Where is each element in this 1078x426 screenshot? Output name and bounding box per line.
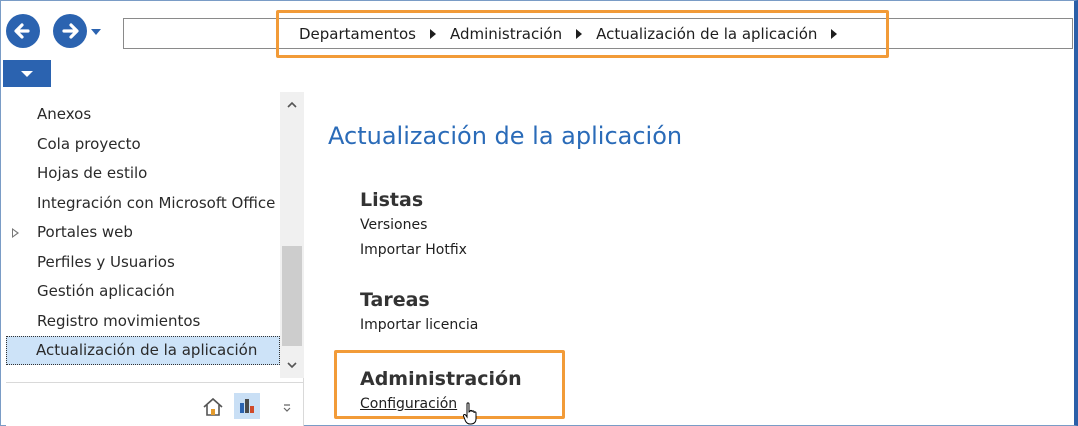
chart-icon (240, 399, 254, 413)
sidebar-scrollbar[interactable] (280, 92, 304, 378)
scroll-up-icon[interactable] (280, 94, 304, 116)
expand-arrow-icon[interactable] (12, 228, 19, 238)
breadcrumb-separator-icon[interactable] (429, 29, 436, 39)
highlight-box (334, 350, 565, 419)
section-listas: Listas Versiones Importar Hotfix (360, 187, 467, 263)
sidebar: Anexos Cola proyecto Hojas de estilo Int… (6, 92, 304, 426)
link-importar-licencia[interactable]: Importar licencia (360, 313, 478, 338)
navigation-tree: Anexos Cola proyecto Hojas de estilo Int… (6, 100, 280, 382)
breadcrumb: Departamentos Administración Actualizaci… (276, 10, 889, 58)
section-title: Listas (360, 189, 424, 211)
sidebar-item-registro-movimientos[interactable]: Registro movimientos (6, 307, 280, 337)
back-button[interactable] (6, 14, 40, 48)
history-dropdown-icon[interactable] (91, 29, 101, 35)
sidebar-item-integracion-office[interactable]: Integración con Microsoft Office (6, 189, 280, 219)
sidebar-item-perfiles-usuarios[interactable]: Perfiles y Usuarios (6, 248, 280, 278)
more-icon[interactable] (282, 403, 292, 413)
link-versiones[interactable]: Versiones (360, 213, 467, 238)
arrow-right-icon (62, 23, 79, 39)
breadcrumb-item-administracion[interactable]: Administración (450, 25, 562, 43)
arrow-left-icon (14, 23, 30, 39)
home-icon[interactable] (202, 397, 224, 417)
sidebar-item-hojas-de-estilo[interactable]: Hojas de estilo (6, 159, 280, 189)
section-title: Tareas (360, 289, 430, 311)
breadcrumb-separator-icon[interactable] (831, 29, 838, 39)
sidebar-item-gestion-aplicacion[interactable]: Gestión aplicación (6, 277, 280, 307)
sidebar-item-portales-web[interactable]: Portales web (6, 218, 280, 248)
sidebar-item-anexos[interactable]: Anexos (6, 100, 280, 130)
menu-dropdown-button[interactable] (3, 60, 51, 87)
sidebar-footer (6, 382, 304, 426)
sidebar-item-cola-proyecto[interactable]: Cola proyecto (6, 130, 280, 160)
link-importar-hotfix[interactable]: Importar Hotfix (360, 238, 467, 263)
sidebar-item-actualizacion[interactable]: Actualización de la aplicación (6, 336, 280, 365)
breadcrumb-item-departamentos[interactable]: Departamentos (299, 25, 416, 43)
scrollbar-thumb[interactable] (282, 246, 302, 346)
sidebar-item-label: Portales web (37, 223, 133, 241)
section-tareas: Tareas Importar licencia (360, 287, 478, 338)
breadcrumb-item-actualizacion[interactable]: Actualización de la aplicación (596, 25, 817, 43)
scroll-down-icon[interactable] (280, 354, 304, 376)
breadcrumb-separator-icon[interactable] (576, 29, 583, 39)
forward-button[interactable] (53, 14, 87, 48)
chart-button[interactable] (234, 393, 260, 419)
page-title: Actualización de la aplicación (328, 122, 683, 150)
hand-cursor-icon (462, 402, 477, 425)
